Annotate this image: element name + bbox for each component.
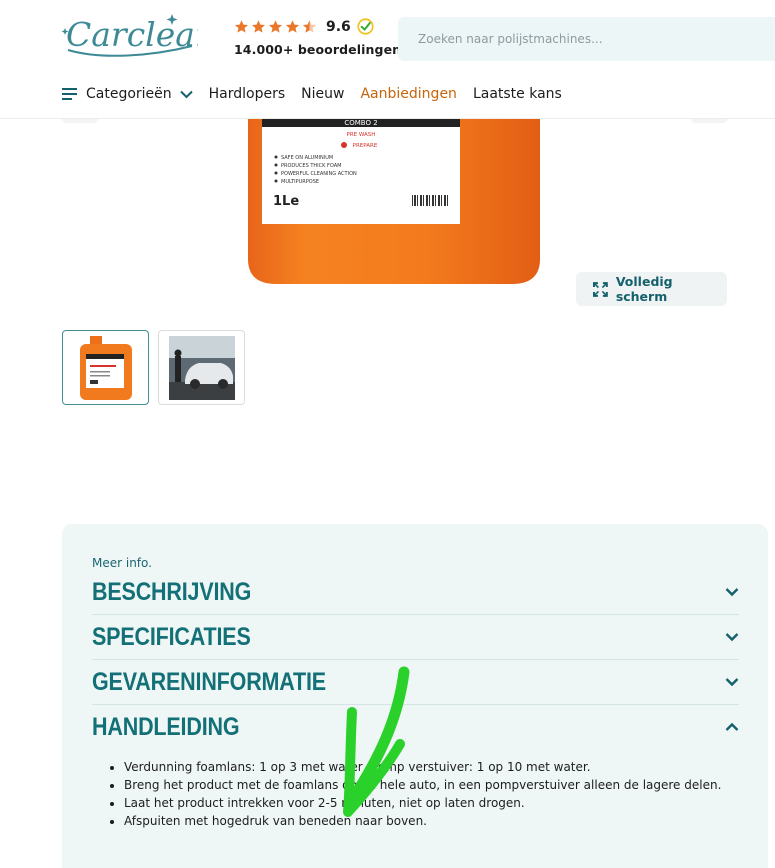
review-count: 14.000+ beoordelingen [234, 42, 402, 57]
half-star-icon [302, 20, 317, 33]
search-input[interactable] [418, 32, 775, 46]
nav-hardlopers[interactable]: Hardlopers [209, 86, 286, 102]
label-volume: 1Le [273, 194, 299, 209]
star-icon [234, 20, 249, 33]
gallery-prev-button[interactable] [62, 119, 98, 123]
main-nav: Categorieën Hardlopers Nieuw Aanbiedinge… [62, 86, 578, 102]
accordion-title: GEVARENINFORMATIE [92, 668, 326, 696]
chevron-down-icon [725, 633, 739, 642]
star-icon [285, 20, 300, 33]
nav-nieuw[interactable]: Nieuw [301, 86, 344, 102]
label-feature-2: PRODUCES THICK FOAM [281, 163, 341, 169]
accordion-title: HANDLEIDING [92, 713, 240, 741]
list-item: Laat het product intrekken voor 2-5 minu… [124, 794, 721, 812]
fullscreen-label: Volledig scherm [615, 274, 673, 304]
rating-widget[interactable]: 9.6 14.000+ beoordelingen [234, 18, 401, 57]
chevron-down-icon [179, 90, 193, 98]
accordion-gevareninformatie[interactable]: GEVARENINFORMATIE [92, 660, 739, 705]
chevron-down-icon [725, 678, 739, 687]
nav-laatste-kans[interactable]: Laatste kans [473, 86, 562, 102]
list-item: Afspuiten met hogedruk van beneden naar … [124, 812, 721, 830]
star-icon [268, 20, 283, 33]
accordion-title: SPECIFICATIES [92, 623, 251, 651]
fullscreen-button[interactable]: Volledig scherm [576, 272, 727, 306]
site-header: Carclean 9.6 14.000+ beoordelingen [0, 0, 775, 119]
list-item: Verdunning foamlans: 1 op 3 met water, p… [124, 758, 721, 776]
more-info-panel: Meer info. BESCHRIJVING SPECIFICATIES GE… [62, 524, 768, 868]
label-prepare: PREPARE [353, 143, 378, 149]
carclean-logo[interactable]: Carclean [62, 10, 198, 66]
accordion-specificaties[interactable]: SPECIFICATIES [92, 615, 739, 660]
accordion-title: BESCHRIJVING [92, 578, 252, 606]
gallery-next-button[interactable] [691, 119, 727, 123]
search-bar[interactable] [398, 17, 775, 61]
nav-categories-label: Categorieën [86, 86, 172, 102]
nav-aanbiedingen[interactable]: Aanbiedingen [360, 86, 456, 102]
label-feature-4: MULTIPURPOSE [281, 179, 319, 185]
chevron-down-icon [725, 588, 739, 597]
hamburger-menu-icon [62, 88, 77, 100]
more-info-kicker: Meer info. [92, 556, 152, 570]
thumbnail-car[interactable] [158, 330, 245, 405]
accordion-handleiding[interactable]: HANDLEIDING [92, 705, 739, 750]
verified-check-icon [357, 18, 374, 35]
logo-text: Carclean [66, 15, 198, 54]
chevron-up-icon [725, 722, 739, 731]
list-item: Breng het product met de foamlans op de … [124, 776, 721, 794]
nav-categories[interactable]: Categorieën [62, 86, 193, 102]
bottle-thumbnail-image [79, 335, 132, 400]
rating-score: 9.6 [326, 18, 351, 35]
label-feature-3: POWERFUL CLEANING ACTION [281, 171, 357, 177]
star-icon [251, 20, 266, 33]
label-feature-1: SAFE ON ALUMINIUM [281, 155, 333, 161]
thumbnail-bottle[interactable] [62, 330, 149, 405]
instructions-list: Verdunning foamlans: 1 op 3 met water, p… [107, 758, 721, 830]
accordion-beschrijving[interactable]: BESCHRIJVING [92, 570, 739, 615]
expand-icon [593, 281, 608, 297]
label-prewash: PRE WASH [347, 132, 376, 138]
label-combo: COMBO 2 [344, 119, 377, 127]
car-wash-thumbnail-image [168, 335, 235, 400]
